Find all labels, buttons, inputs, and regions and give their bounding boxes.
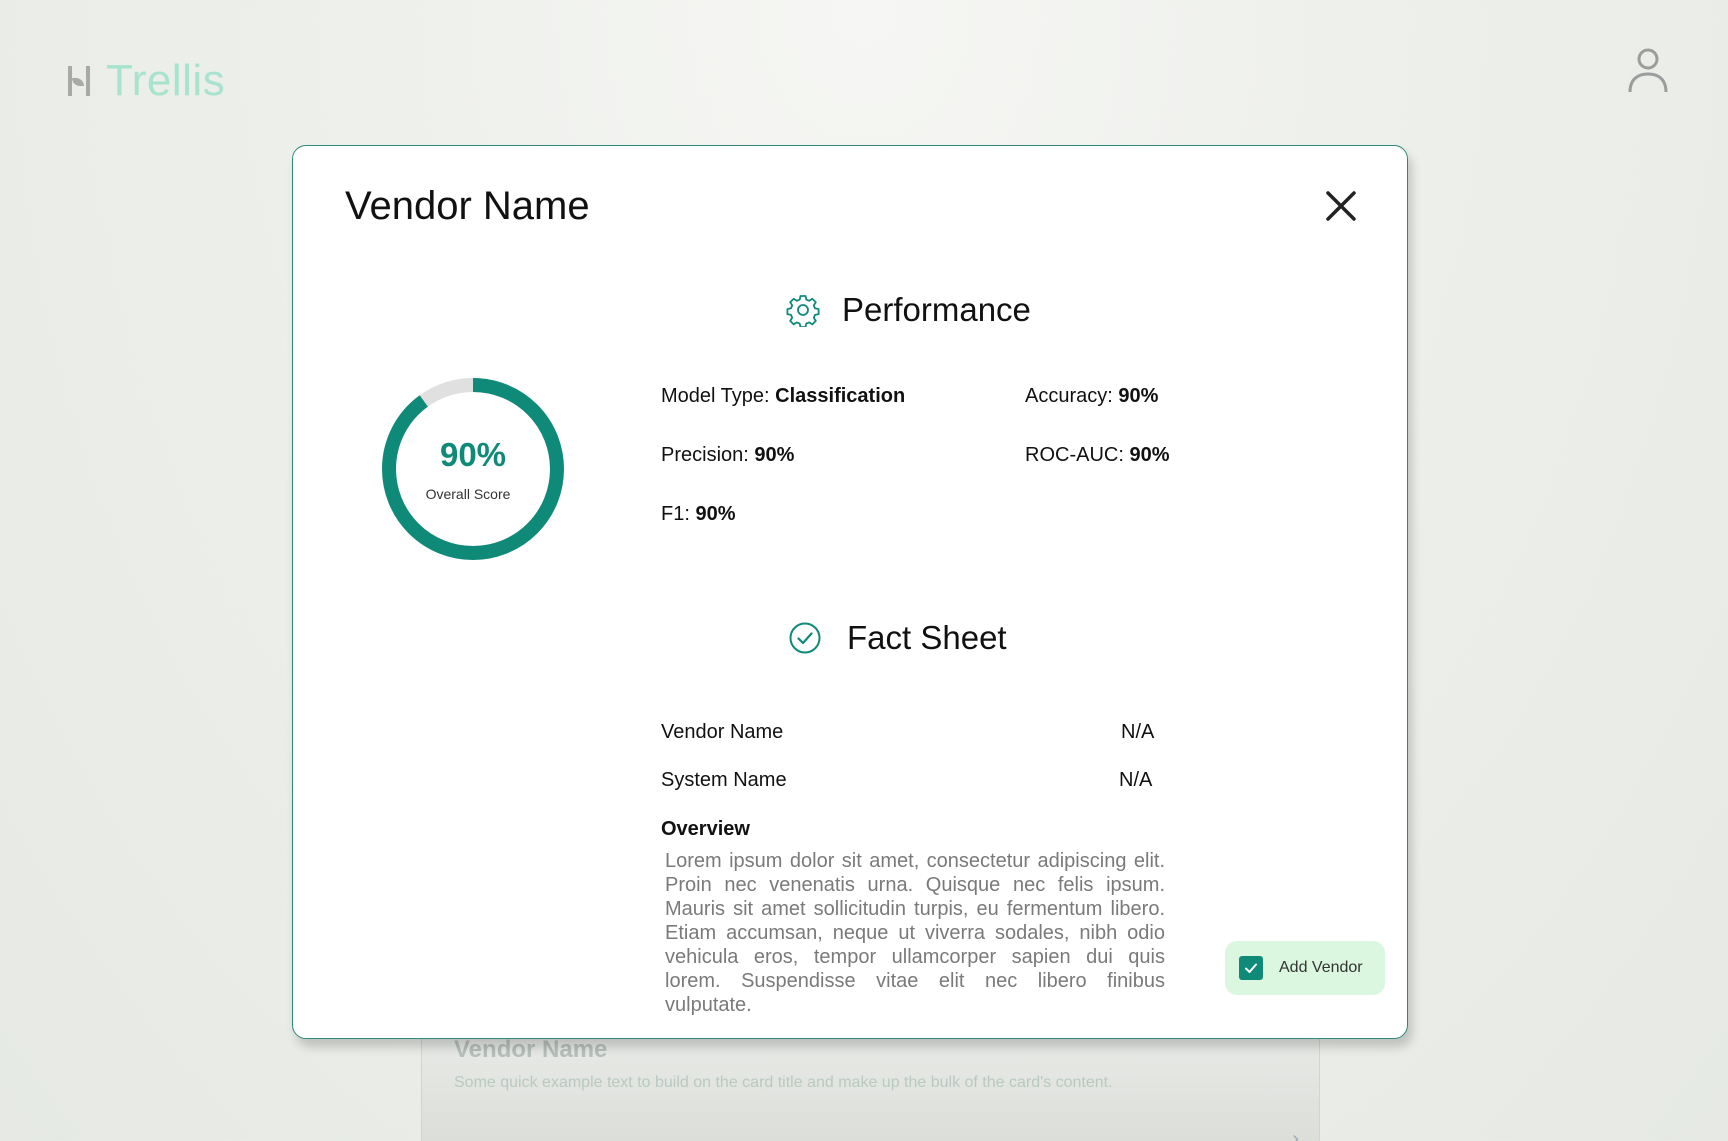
- logo-mark-icon: [66, 64, 92, 98]
- close-icon[interactable]: [1323, 188, 1359, 224]
- fact-label-system-name: System Name: [661, 769, 787, 791]
- brand-name: Trellis: [106, 56, 226, 105]
- fact-sheet-title: Fact Sheet: [847, 619, 1007, 656]
- metric-label: ROC-AUC:: [1025, 444, 1124, 466]
- metric-value: 90%: [754, 444, 795, 466]
- overview-text: Lorem ipsum dolor sit amet, consectetur …: [665, 850, 1165, 1016]
- metric-f1: F1: 90%: [661, 503, 736, 526]
- app-logo[interactable]: Trellis: [66, 56, 225, 106]
- gear-icon: [786, 295, 820, 327]
- overall-score-label: Overall Score: [425, 486, 511, 502]
- metric-label: Accuracy:: [1025, 385, 1113, 407]
- add-vendor-checkbox[interactable]: [1239, 956, 1263, 980]
- metric-label: F1:: [661, 503, 690, 525]
- add-vendor-label: Add Vendor: [1279, 959, 1363, 976]
- metric-model-type: Model Type: Classification: [661, 385, 905, 408]
- background-card-title: Vendor Name: [454, 1036, 608, 1063]
- metric-value: 90%: [695, 503, 736, 525]
- vendor-modal: Vendor Name Performance 90% Overall Scor…: [292, 145, 1408, 1039]
- chevron-right-icon: ›: [1292, 1128, 1299, 1141]
- metric-value: 90%: [1118, 385, 1159, 407]
- check-circle-icon: [789, 622, 821, 654]
- metric-label: Precision:: [661, 444, 749, 466]
- background-card-text: Some quick example text to build on the …: [454, 1074, 1113, 1091]
- performance-heading: Performance: [786, 291, 1031, 329]
- add-vendor-button[interactable]: Add Vendor: [1225, 941, 1385, 995]
- user-icon[interactable]: [1626, 46, 1670, 94]
- modal-title: Vendor Name: [345, 184, 590, 228]
- metric-value: 90%: [1129, 444, 1170, 466]
- fact-label-vendor-name: Vendor Name: [661, 721, 784, 743]
- metric-value: Classification: [775, 385, 906, 407]
- fact-value-system-name: N/A: [1119, 769, 1153, 791]
- metric-accuracy: Accuracy: 90%: [1025, 385, 1158, 408]
- metric-label: Model Type:: [661, 385, 770, 407]
- performance-title: Performance: [842, 291, 1031, 328]
- metric-precision: Precision: 90%: [661, 444, 794, 467]
- checkmark-icon: [1245, 963, 1257, 973]
- overview-heading: Overview: [661, 818, 750, 840]
- overall-score-value: 90%: [439, 436, 507, 473]
- fact-value-vendor-name: N/A: [1121, 721, 1155, 743]
- fact-sheet-heading: Fact Sheet: [788, 619, 1007, 657]
- metric-roc-auc: ROC-AUC: 90%: [1025, 444, 1169, 467]
